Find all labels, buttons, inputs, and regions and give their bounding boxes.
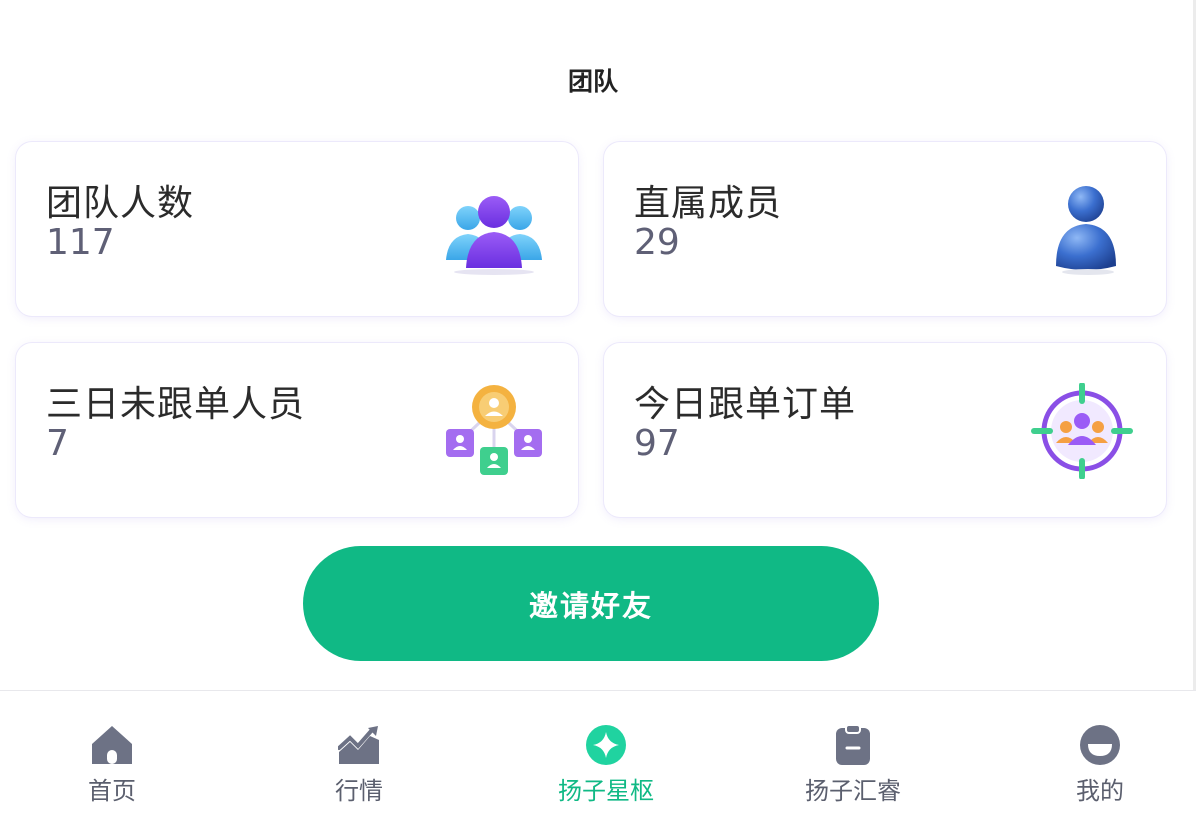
team-count-card[interactable]: 团队人数 117 — [16, 142, 578, 316]
invite-friends-button[interactable]: 邀请好友 — [303, 546, 879, 661]
tab-star-label: 扬子星枢 — [558, 777, 654, 805]
profile-icon — [1079, 724, 1121, 766]
today-orders-value: 97 — [634, 423, 680, 464]
star-icon — [585, 724, 627, 766]
today-orders-card[interactable]: 今日跟单订单 97 — [604, 343, 1166, 517]
direct-members-card[interactable]: 直属成员 29 — [604, 142, 1166, 316]
team-group-icon — [442, 182, 546, 278]
team-page: 团队 团队人数 117 直属成员 29 三日未跟单人员 7 今日跟单订单 97 … — [0, 0, 1196, 824]
direct-members-label: 直属成员 — [634, 183, 783, 224]
tab-market[interactable]: 行情 — [259, 691, 459, 824]
target-group-icon — [1030, 382, 1134, 480]
page-title: 团队 — [567, 67, 618, 96]
tab-home-label: 首页 — [88, 777, 136, 805]
person-icon — [1030, 182, 1134, 278]
inactive-members-card[interactable]: 三日未跟单人员 7 — [16, 343, 578, 517]
network-people-icon — [442, 383, 546, 479]
direct-members-value: 29 — [634, 222, 680, 263]
bottom-tab-bar: 首页 行情 扬子星枢 扬子汇睿 我的 — [0, 690, 1196, 824]
tab-mine[interactable]: 我的 — [1000, 691, 1196, 824]
team-count-value: 117 — [46, 222, 115, 263]
tab-hub[interactable]: 扬子汇睿 — [753, 691, 953, 824]
clipboard-icon — [832, 724, 874, 766]
today-orders-label: 今日跟单订单 — [634, 384, 857, 425]
inactive-members-value: 7 — [46, 423, 69, 464]
team-count-label: 团队人数 — [46, 183, 195, 224]
tab-home[interactable]: 首页 — [12, 691, 212, 824]
chart-icon — [337, 724, 380, 766]
tab-hub-label: 扬子汇睿 — [805, 777, 901, 805]
tab-star[interactable]: 扬子星枢 — [506, 691, 706, 824]
tab-market-label: 行情 — [335, 777, 383, 805]
inactive-members-label: 三日未跟单人员 — [46, 384, 306, 425]
tab-mine-label: 我的 — [1076, 777, 1124, 805]
home-icon — [91, 724, 133, 766]
